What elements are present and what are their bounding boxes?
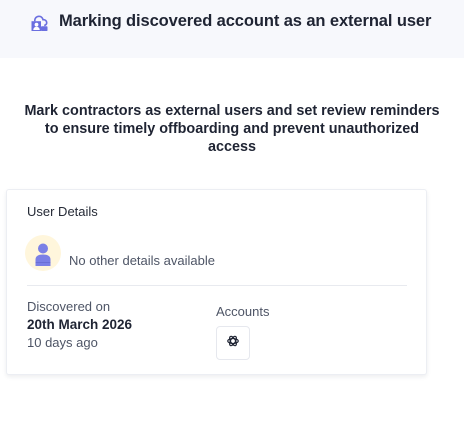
user-avatar-icon	[25, 235, 61, 271]
page-header: Marking discovered account as an externa…	[0, 0, 464, 58]
user-details-card: User Details No other details available …	[6, 189, 427, 375]
divider	[27, 285, 407, 286]
page-title: Marking discovered account as an externa…	[59, 12, 432, 30]
discovered-date: 20th March 2026	[27, 317, 133, 332]
discovered-relative-time: 10 days ago	[27, 335, 98, 350]
openai-icon	[226, 334, 240, 353]
accounts-label: Accounts	[216, 304, 270, 319]
card-title: User Details	[27, 204, 98, 219]
description-text: Mark contractors as external users and s…	[24, 103, 440, 155]
discovered-label: Discovered on	[27, 299, 111, 314]
cloud-user-icon	[28, 11, 52, 35]
no-details-text: No other details available	[69, 253, 215, 268]
account-badge-openai[interactable]	[216, 326, 250, 360]
